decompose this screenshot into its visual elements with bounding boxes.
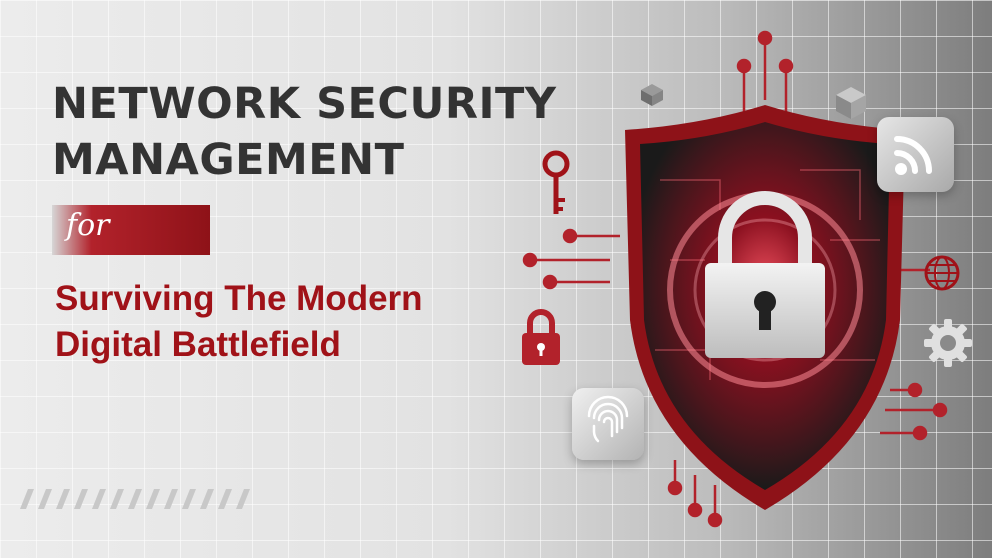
security-shield-illustration — [522, 30, 948, 528]
title-line-2: MANAGEMENT — [52, 135, 405, 185]
cube-icon-2 — [836, 87, 866, 119]
wifi-icon — [894, 136, 932, 175]
cube-icon — [641, 84, 663, 106]
decorative-stripes — [20, 489, 250, 509]
gear-icon — [924, 319, 972, 367]
globe-icon — [924, 255, 960, 291]
subtitle-line-2: Digital Battlefield — [55, 325, 341, 364]
title-line-1: NETWORK SECURITY — [52, 79, 557, 129]
page-title: NETWORK SECURITY MANAGEMENT — [52, 76, 556, 188]
subtitle-line-1: Surviving The Modern — [55, 279, 423, 318]
wifi-tile — [877, 117, 954, 192]
fingerprint-tile — [572, 388, 644, 460]
subtitle: Surviving The Modern Digital Battlefield — [55, 276, 423, 368]
for-label: for — [66, 208, 110, 243]
fingerprint-icon — [587, 395, 629, 443]
